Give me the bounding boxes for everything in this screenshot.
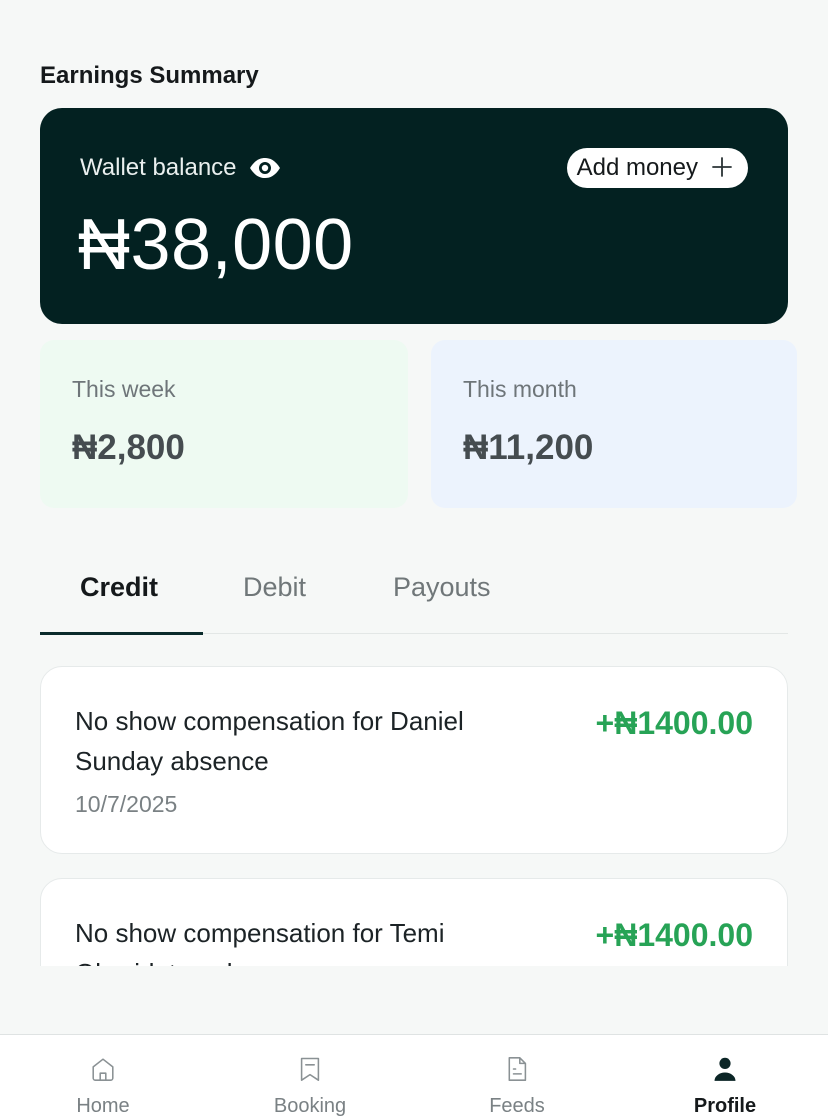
- transaction-list[interactable]: No show compensation for Daniel Sunday a…: [40, 666, 788, 966]
- this-week-value: ₦2,800: [72, 428, 185, 467]
- nav-label-home: Home: [76, 1095, 130, 1117]
- nav-item-feeds[interactable]: Feeds: [437, 1035, 597, 1117]
- this-week-card: This week ₦2,800: [40, 340, 408, 508]
- nav-label-feeds: Feeds: [489, 1095, 545, 1117]
- tab-payouts[interactable]: Payouts: [393, 572, 491, 603]
- this-month-label: This month: [463, 376, 577, 402]
- list-item[interactable]: No show compensation for Daniel Sunday a…: [40, 666, 788, 854]
- section-title: Earnings Summary: [40, 62, 259, 89]
- add-money-label: Add money: [576, 154, 698, 181]
- nav-item-home[interactable]: Home: [23, 1035, 183, 1117]
- this-month-card: This month ₦11,200: [431, 340, 797, 508]
- nav-item-profile[interactable]: Profile: [645, 1035, 805, 1117]
- document-icon: [508, 1057, 527, 1081]
- home-icon: [92, 1058, 114, 1081]
- bottom-nav: Home Booking Feeds Profile: [0, 1034, 828, 1117]
- this-week-label: This week: [72, 376, 176, 402]
- wallet-balance-label: Wallet balance: [80, 154, 237, 181]
- eye-icon[interactable]: [249, 157, 281, 179]
- wallet-balance-amount: ₦38,000: [78, 205, 354, 285]
- add-money-button[interactable]: Add money: [566, 148, 748, 188]
- list-item[interactable]: No show compensation for Temi Oluwidotun…: [40, 878, 788, 966]
- tab-credit[interactable]: Credit: [80, 572, 158, 603]
- this-month-value: ₦11,200: [463, 428, 594, 467]
- earnings-screen: Earnings Summary Wallet balance ₦38,000 …: [0, 0, 828, 1117]
- transaction-description: No show compensation for Daniel Sunday a…: [75, 706, 464, 776]
- nav-label-booking: Booking: [273, 1095, 347, 1117]
- transaction-tabs: Credit Debit Payouts: [40, 560, 788, 635]
- transaction-date: 10/7/2025: [75, 791, 178, 817]
- plus-icon: [712, 154, 732, 182]
- bookmark-icon: [300, 1057, 320, 1081]
- transaction-amount: +₦1400.00: [595, 917, 753, 953]
- tab-debit[interactable]: Debit: [243, 572, 306, 603]
- nav-label-profile: Profile: [693, 1095, 757, 1117]
- nav-item-booking[interactable]: Booking: [230, 1035, 390, 1117]
- wallet-card: Wallet balance ₦38,000 Add money: [40, 108, 788, 324]
- wallet-label-row: Wallet balance: [80, 154, 281, 182]
- active-tab-indicator: [40, 632, 203, 635]
- transaction-amount: +₦1400.00: [595, 705, 753, 741]
- user-icon: [714, 1057, 736, 1081]
- transaction-description: No show compensation for Temi Oluwidotun…: [75, 918, 445, 966]
